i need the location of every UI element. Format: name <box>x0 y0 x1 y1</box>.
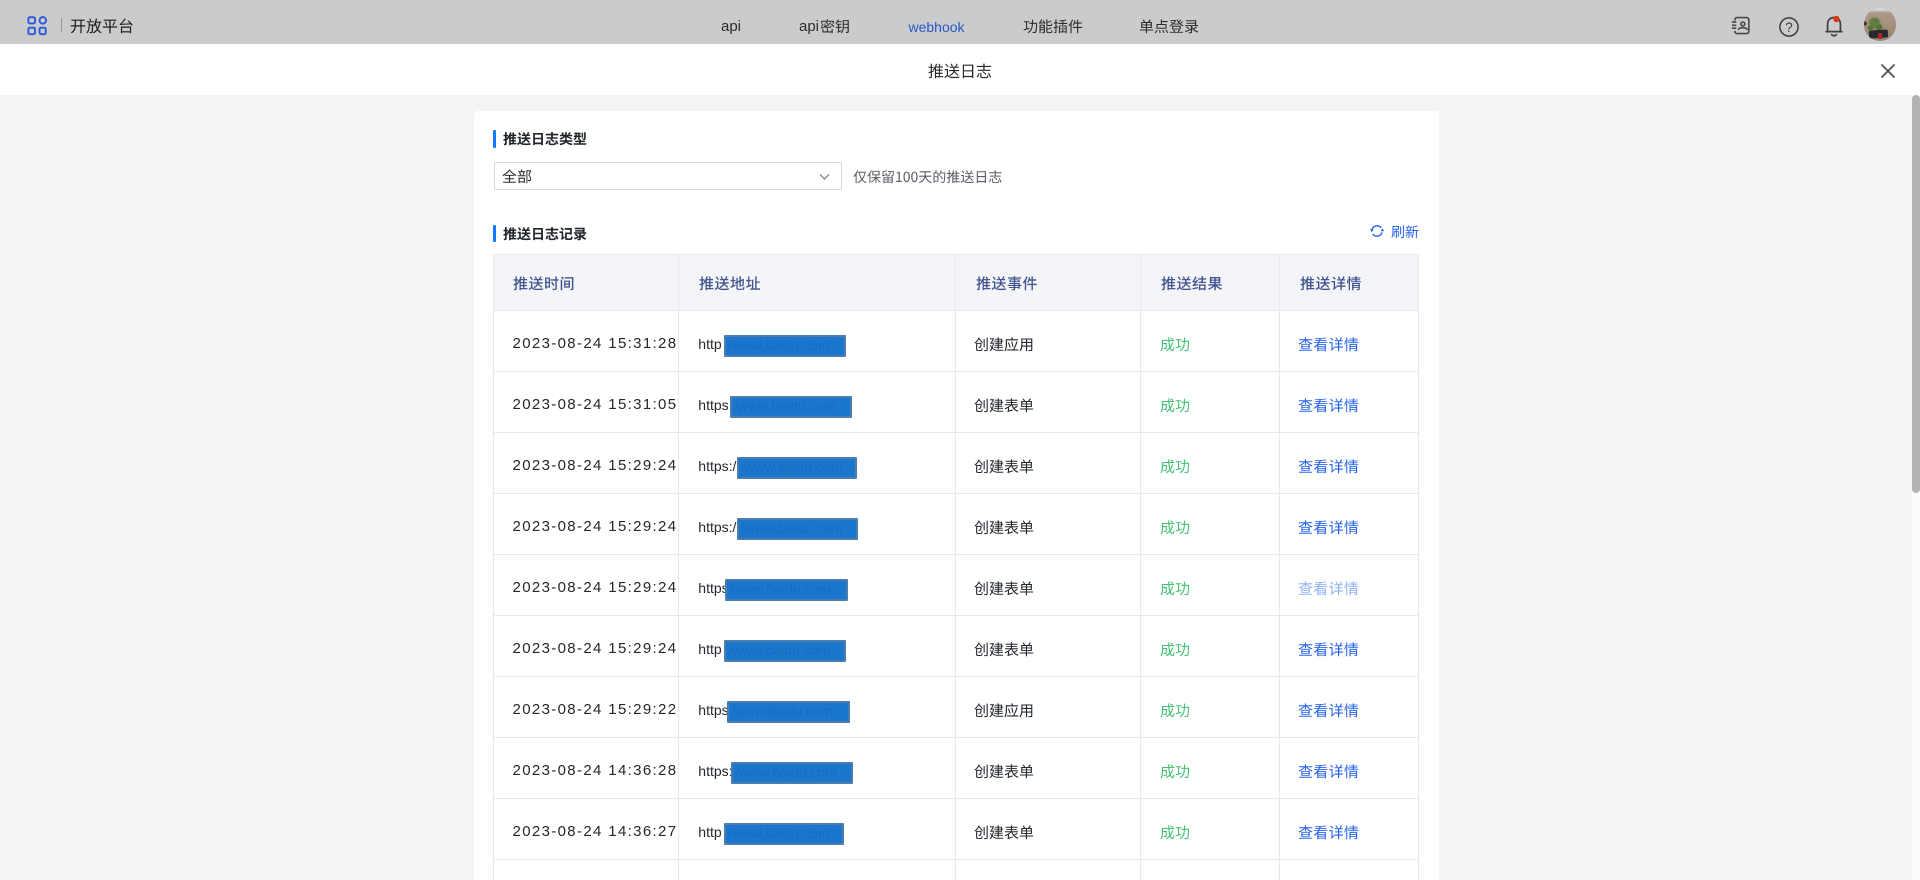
svg-text:?: ? <box>1785 20 1792 35</box>
